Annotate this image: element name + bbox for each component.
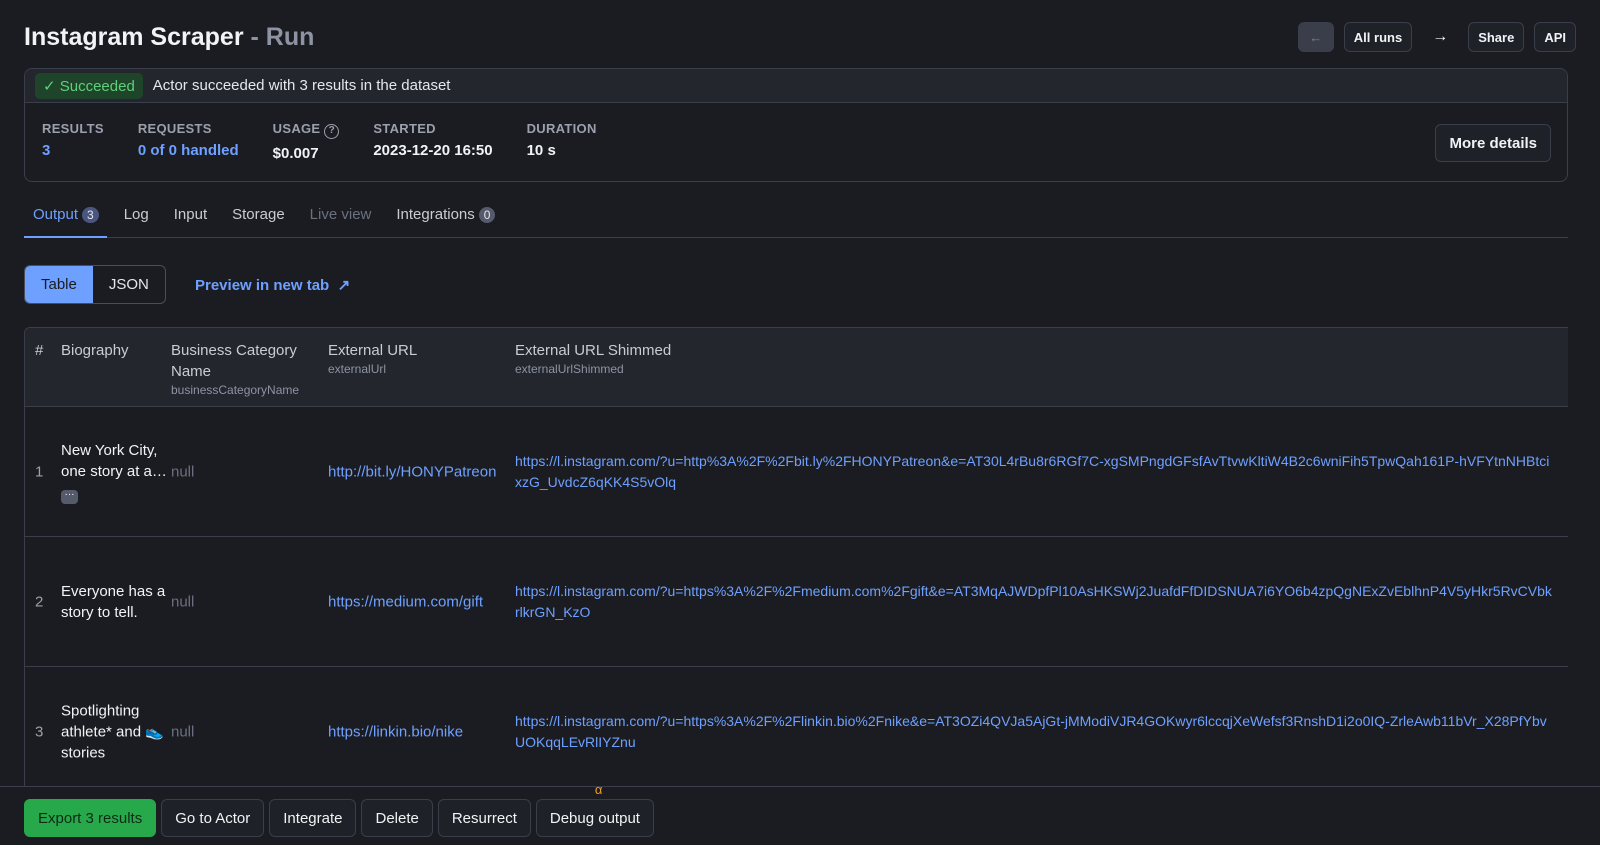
- tab-integrations[interactable]: Integrations 0: [387, 200, 503, 238]
- share-button[interactable]: Share: [1468, 22, 1524, 52]
- table-view-button[interactable]: Table: [25, 266, 93, 303]
- api-button[interactable]: API: [1534, 22, 1576, 52]
- delete-button[interactable]: Delete: [361, 799, 432, 837]
- stat-started: STARTED 2023-12-20 16:50: [373, 121, 492, 162]
- go-to-actor-button[interactable]: Go to Actor: [161, 799, 264, 837]
- tab-label: Integrations: [396, 206, 474, 223]
- table-row: 3 Spotlighting athlete* and 👟 stories nu…: [25, 667, 1568, 787]
- column-key: externalUrlShimmed: [515, 361, 671, 377]
- column-key: businessCategoryName: [171, 382, 321, 398]
- results-link[interactable]: 3: [42, 142, 104, 159]
- biography-cell: New York City, one story at a… ···: [61, 440, 169, 504]
- run-tabs: Output3 Log Input Storage Live view Inte…: [24, 200, 1568, 238]
- actor-name: Instagram Scraper: [24, 23, 244, 51]
- preview-label: Preview in new tab: [195, 277, 329, 294]
- count-badge: 0: [479, 207, 496, 223]
- debug-output-button[interactable]: αDebug output: [536, 799, 654, 837]
- arrow-left-icon: ←: [1309, 30, 1322, 45]
- table-header: # Biography Business Category Namebusine…: [25, 328, 1568, 407]
- category-cell: null: [171, 721, 194, 742]
- button-label: Debug output: [550, 810, 640, 827]
- stat-usage: USAGE ? $0.007: [273, 121, 340, 162]
- stat-requests: REQUESTS 0 of 0 handled: [138, 121, 239, 162]
- results-table: # Biography Business Category Namebusine…: [24, 327, 1568, 787]
- help-icon[interactable]: ?: [324, 124, 339, 139]
- category-cell: null: [171, 591, 194, 612]
- row-number: 3: [35, 721, 43, 742]
- stat-label: USAGE: [273, 121, 321, 136]
- stat-results: RESULTS 3: [42, 121, 104, 162]
- next-run-button[interactable]: →: [1422, 28, 1458, 46]
- biography-text: New York City, one story at a…: [61, 442, 167, 480]
- export-results-button[interactable]: Export 3 results: [24, 799, 156, 837]
- biography-cell: Spotlighting athlete* and 👟 stories: [61, 700, 169, 763]
- all-runs-button[interactable]: All runs: [1344, 22, 1412, 52]
- previous-run-button[interactable]: ←: [1298, 22, 1334, 52]
- action-bar: Export 3 results Go to Actor Integrate D…: [0, 786, 1600, 845]
- column-external-url[interactable]: External URLexternalUrl: [328, 340, 417, 377]
- view-switch: Table JSON: [24, 265, 166, 304]
- row-number: 1: [35, 461, 43, 482]
- preview-in-new-tab-link[interactable]: Preview in new tab ↗: [195, 276, 350, 294]
- more-details-button[interactable]: More details: [1435, 124, 1551, 162]
- stat-value: 10 s: [527, 142, 597, 159]
- column-label: Business Category Name: [171, 340, 321, 382]
- stat-label: STARTED: [373, 121, 492, 136]
- stat-value: 2023-12-20 16:50: [373, 142, 492, 159]
- tab-input[interactable]: Input: [165, 200, 215, 238]
- tab-label: Output: [33, 206, 78, 223]
- column-index: #: [35, 340, 43, 361]
- tab-storage[interactable]: Storage: [223, 200, 293, 238]
- stat-label: DURATION: [527, 121, 597, 136]
- shimmed-url-link[interactable]: https://l.instagram.com/?u=http%3A%2F%2F…: [515, 451, 1555, 493]
- column-label: External URL: [328, 340, 417, 361]
- integrate-button[interactable]: Integrate: [269, 799, 356, 837]
- stat-value: $0.007: [273, 145, 340, 162]
- resurrect-button[interactable]: Resurrect: [438, 799, 531, 837]
- page-title: Instagram Scraper - Run: [24, 23, 314, 52]
- run-label: - Run: [251, 23, 315, 51]
- external-url-link[interactable]: https://linkin.bio/nike: [328, 721, 463, 742]
- column-key: externalUrl: [328, 361, 417, 377]
- status-badge: ✓ Succeeded: [35, 73, 143, 99]
- stat-label: RESULTS: [42, 121, 104, 136]
- arrow-right-icon: →: [1432, 28, 1448, 45]
- column-external-url-shimmed[interactable]: External URL ShimmedexternalUrlShimmed: [515, 340, 671, 377]
- external-url-link[interactable]: https://medium.com/gift: [328, 591, 483, 612]
- biography-cell: Everyone has a story to tell.: [61, 581, 169, 623]
- tab-log[interactable]: Log: [115, 200, 157, 238]
- stat-duration: DURATION 10 s: [527, 121, 597, 162]
- shimmed-url-link[interactable]: https://l.instagram.com/?u=https%3A%2F%2…: [515, 711, 1555, 753]
- shimmed-url-link[interactable]: https://l.instagram.com/?u=https%3A%2F%2…: [515, 581, 1555, 623]
- json-view-button[interactable]: JSON: [93, 266, 165, 303]
- column-business-category[interactable]: Business Category NamebusinessCategoryNa…: [171, 340, 321, 398]
- page-header: Instagram Scraper - Run ← All runs → Sha…: [24, 20, 1576, 54]
- table-row: 1 New York City, one story at a… ··· null…: [25, 407, 1568, 537]
- expand-more-button[interactable]: ···: [61, 490, 78, 504]
- table-row: 2 Everyone has a story to tell. null htt…: [25, 537, 1568, 667]
- category-cell: null: [171, 461, 194, 482]
- column-biography[interactable]: Biography: [61, 340, 129, 361]
- run-summary-card: ✓ Succeeded Actor succeeded with 3 resul…: [24, 68, 1568, 182]
- count-badge: 3: [82, 207, 99, 223]
- external-url-link[interactable]: http://bit.ly/HONYPatreon: [328, 461, 496, 482]
- requests-link[interactable]: 0 of 0 handled: [138, 142, 239, 159]
- external-link-icon: ↗: [338, 277, 351, 294]
- column-label: External URL Shimmed: [515, 340, 671, 361]
- status-message: Actor succeeded with 3 results in the da…: [153, 77, 451, 94]
- stat-label: REQUESTS: [138, 121, 239, 136]
- row-number: 2: [35, 591, 43, 612]
- tab-output[interactable]: Output3: [24, 200, 107, 238]
- tab-live-view: Live view: [301, 200, 380, 238]
- alpha-badge: α: [595, 782, 603, 797]
